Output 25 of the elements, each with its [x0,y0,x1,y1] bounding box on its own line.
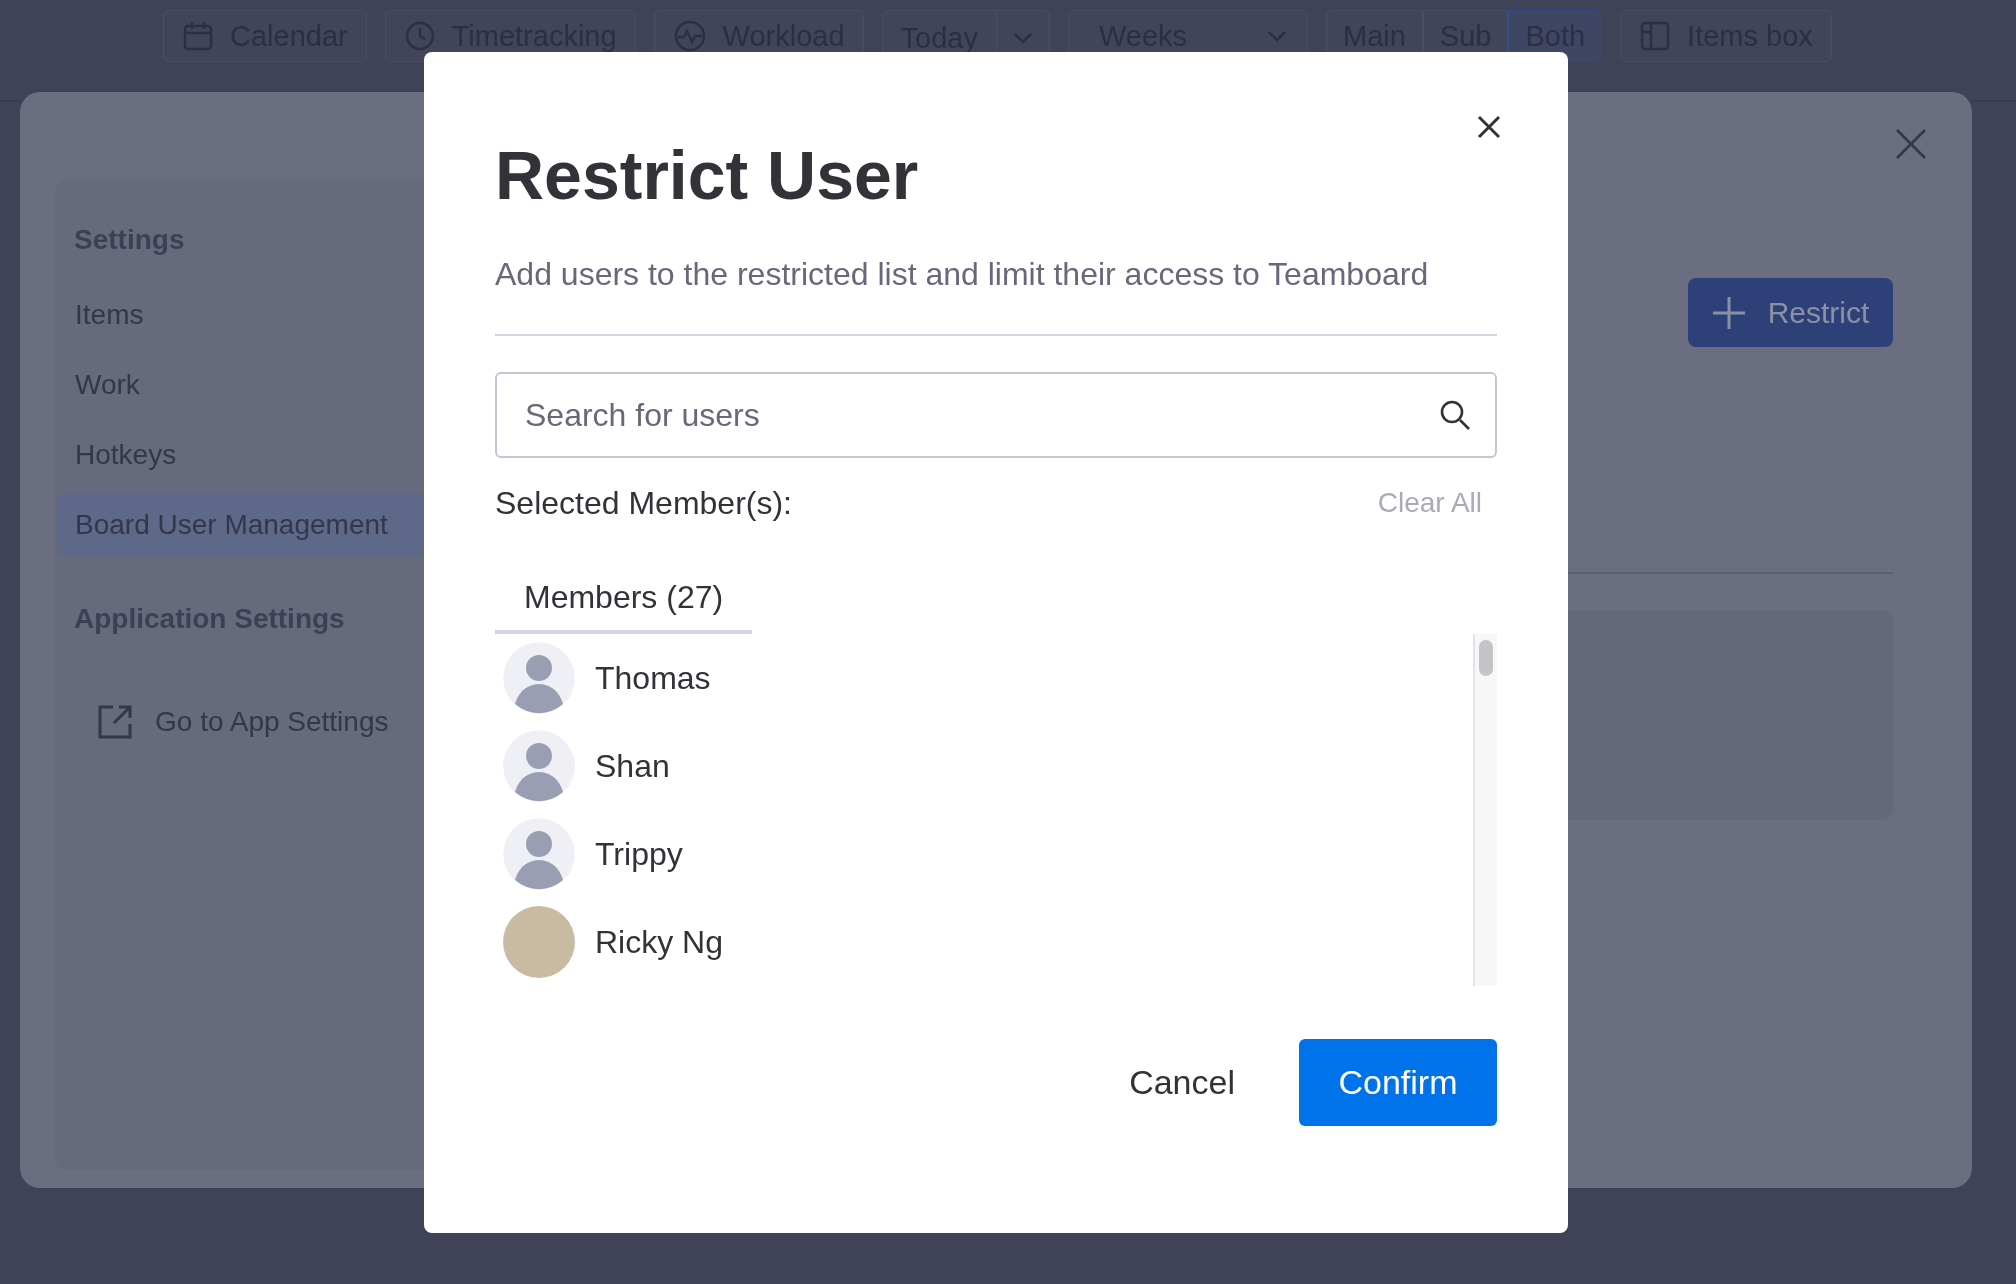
pulse-icon [672,19,707,53]
member-name[interactable]: Ricky Ng [595,923,723,961]
avatar-silhouette [503,642,575,714]
layout-icon [1639,20,1672,52]
caret-icon [1012,32,1033,44]
avatar-silhouette [503,730,575,802]
calendar-icon [182,20,214,52]
member-name[interactable]: Shan [595,747,670,785]
members-tab[interactable]: Members (27) [495,564,753,634]
plus-icon [1711,295,1746,330]
member-name[interactable]: Trippy [595,835,683,873]
restrict-button[interactable]: Restrict [1688,278,1893,347]
cancel-button[interactable]: Cancel [1095,1039,1269,1126]
clock-icon [403,20,436,52]
external-link-icon [97,704,133,740]
close-icon[interactable] [1477,115,1501,139]
scrollbar[interactable] [1473,634,1497,986]
search-icon [1439,399,1471,431]
member-name[interactable]: Thomas [595,659,711,697]
confirm-button[interactable]: Confirm [1299,1039,1497,1126]
caret-icon [1266,30,1287,42]
avatar-silhouette [503,818,575,890]
dialog-title: Restrict User [495,136,920,215]
search-field[interactable]: Search for users [495,372,1497,458]
dialog-description: Add users to the restricted list and limit their access to Teamboard [495,255,1430,294]
